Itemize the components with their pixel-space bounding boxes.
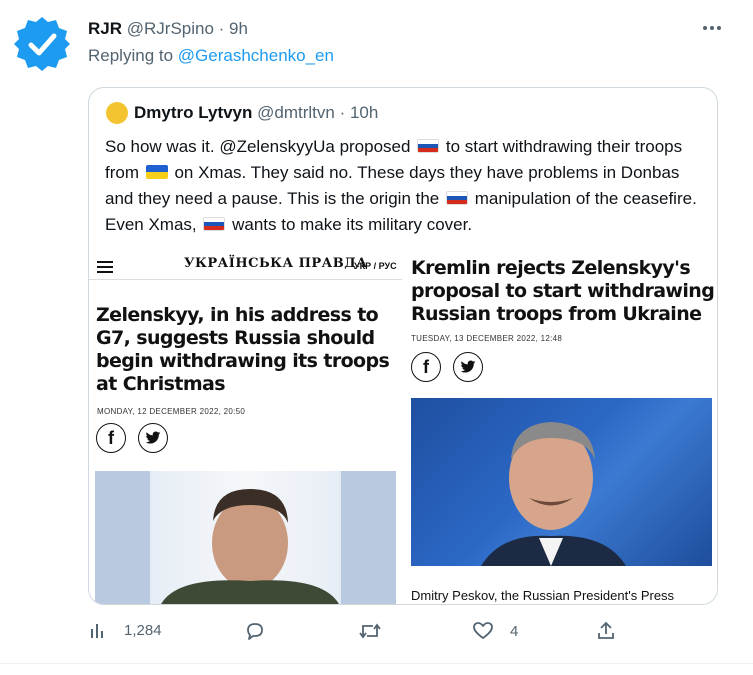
twitter-icon bbox=[138, 423, 168, 453]
article-date: TUESDAY, 13 DECEMBER 2022, 12:48 bbox=[411, 334, 563, 343]
language-switch: УКР / РУС bbox=[354, 261, 397, 271]
article-headline: Kremlin rejects Zelenskyy's proposal to … bbox=[411, 257, 715, 325]
like-action[interactable]: 4 bbox=[472, 620, 518, 642]
quote-text-part: wants to make its military cover. bbox=[227, 215, 473, 234]
quote-avatar[interactable] bbox=[106, 102, 128, 124]
divider bbox=[0, 663, 753, 664]
tweet-time[interactable]: 9h bbox=[229, 19, 248, 38]
reply-icon bbox=[247, 623, 263, 640]
retweet-action[interactable] bbox=[358, 620, 398, 642]
peskov-photo bbox=[411, 398, 712, 566]
russia-flag-icon bbox=[445, 191, 468, 205]
twitter-icon bbox=[453, 352, 483, 382]
facebook-icon: f bbox=[96, 423, 126, 453]
quote-text-part: So how was it. @ZelenskyyUa proposed bbox=[105, 137, 416, 156]
reply-action[interactable] bbox=[244, 620, 282, 642]
quote-header: Dmytro Lytvyn @dmtrltvn · 10h bbox=[134, 103, 378, 123]
views-action[interactable]: 1,284 bbox=[88, 620, 162, 640]
more-horizontal-icon[interactable] bbox=[700, 18, 724, 38]
analytics-icon bbox=[91, 624, 103, 638]
quote-time[interactable]: 10h bbox=[350, 103, 378, 122]
russia-flag-icon bbox=[417, 139, 440, 153]
quote-text: So how was it. @ZelenskyyUa proposed to … bbox=[105, 134, 710, 238]
retweet-icon bbox=[359, 623, 381, 639]
tweet-header: RJR @RJrSpino · 9h bbox=[88, 19, 248, 39]
verified-badge-avatar[interactable] bbox=[13, 15, 71, 73]
article-image-right[interactable]: Kremlin rejects Zelenskyy's proposal to … bbox=[407, 246, 717, 604]
share-icon bbox=[598, 621, 614, 639]
masthead: УКРАЇНСЬКА ПРАВДА bbox=[184, 256, 368, 271]
replying-to-handle[interactable]: @Gerashchenko_en bbox=[178, 46, 334, 65]
russia-flag-icon bbox=[203, 217, 226, 231]
quoted-tweet-card[interactable]: Dmytro Lytvyn @dmtrltvn · 10h So how was… bbox=[88, 87, 718, 605]
heart-icon bbox=[473, 622, 493, 639]
menu-icon bbox=[97, 261, 113, 274]
share-action[interactable] bbox=[596, 620, 616, 642]
replying-prefix: Replying to bbox=[88, 46, 178, 65]
photo-caption: Dmitry Peskov, the Russian President's P… bbox=[411, 588, 675, 603]
author-name[interactable]: RJR bbox=[88, 19, 122, 38]
article-date: MONDAY, 12 DECEMBER 2022, 20:50 bbox=[97, 407, 246, 416]
article-headline: Zelenskyy, in his address to G7, suggest… bbox=[96, 304, 390, 395]
facebook-icon: f bbox=[411, 352, 441, 382]
article-image-left[interactable]: УКРАЇНСЬКА ПРАВДА УКР / РУС Zelenskyy, i… bbox=[89, 246, 402, 604]
quote-separator: · bbox=[334, 103, 350, 122]
separator: · bbox=[213, 19, 230, 38]
ukraine-flag-icon bbox=[145, 165, 168, 179]
quote-author-name[interactable]: Dmytro Lytvyn bbox=[134, 103, 252, 122]
views-count: 1,284 bbox=[124, 621, 162, 639]
quote-author-handle[interactable]: @dmtrltvn bbox=[257, 103, 335, 122]
replying-to: Replying to @Gerashchenko_en bbox=[88, 46, 334, 66]
tweet-actions: 1,284 4 bbox=[88, 620, 738, 652]
author-handle[interactable]: @RJrSpino bbox=[127, 19, 214, 38]
like-count: 4 bbox=[510, 622, 519, 640]
divider bbox=[89, 279, 402, 280]
zelenskyy-photo bbox=[95, 471, 396, 604]
